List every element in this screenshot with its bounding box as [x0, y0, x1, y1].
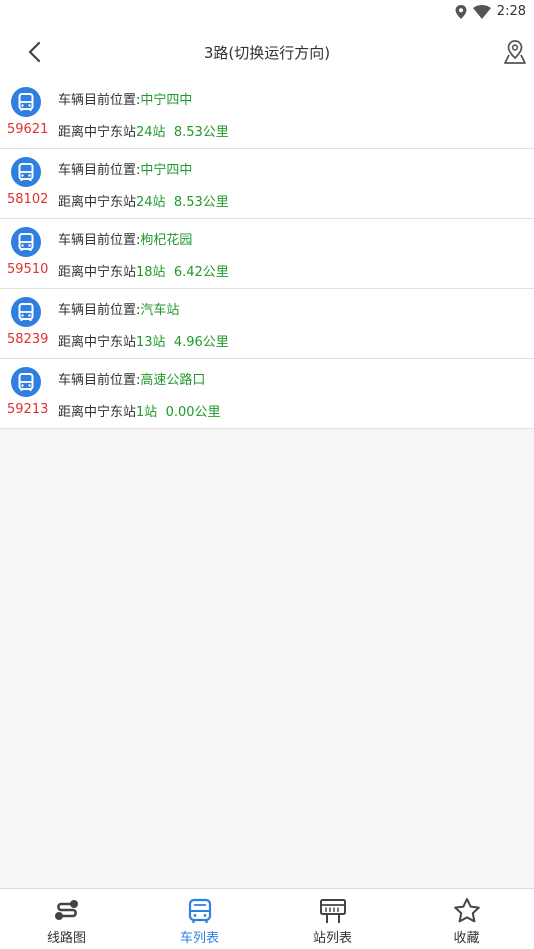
vehicle-distance: 距离中宁东站18站 6.42公里: [58, 261, 229, 280]
nav-favorites[interactable]: 收藏: [399, 889, 534, 949]
bus-number: 59510: [7, 262, 49, 277]
wifi-icon: [473, 5, 491, 19]
position-value: 中宁四中: [140, 163, 193, 178]
star-icon: [453, 898, 480, 923]
nav-label: 站列表: [312, 931, 352, 946]
nav-bus-list[interactable]: 车列表: [133, 889, 266, 949]
position-value: 枸杞花园: [140, 233, 193, 248]
vehicle-position: 车辆目前位置:汽车站: [58, 299, 179, 318]
bus-icon: [11, 297, 41, 327]
vehicle-row[interactable]: 59621 车辆目前位置:中宁四中 距离中宁东站24站 8.53公里: [0, 79, 534, 149]
bus-number: 58102: [7, 192, 49, 207]
distance-value: 8.53公里: [173, 195, 229, 210]
bus-number: 59621: [7, 122, 49, 137]
bus-icon: [11, 87, 41, 117]
position-label: 车辆目前位置:: [58, 93, 141, 108]
vehicle-list: 59621 车辆目前位置:中宁四中 距离中宁东站24站 8.53公里 58102…: [0, 79, 534, 429]
nav-route-map[interactable]: 线路图: [0, 889, 133, 949]
app-bar: 3路(切换运行方向): [0, 24, 534, 79]
bottom-nav: 线路图 车列表 站列表 收藏: [0, 888, 534, 949]
position-label: 车辆目前位置:: [58, 303, 141, 318]
distance-prefix: 距离中宁东站: [58, 195, 137, 210]
nav-label: 收藏: [453, 931, 480, 946]
page-title[interactable]: 3路(切换运行方向): [0, 42, 534, 63]
distance-prefix: 距离中宁东站: [58, 125, 137, 140]
distance-prefix: 距离中宁东站: [58, 405, 137, 420]
bus-number: 58239: [7, 332, 49, 347]
distance-prefix: 距离中宁东站: [58, 335, 137, 350]
status-bar: 2:28: [0, 0, 534, 24]
distance-prefix: 距离中宁东站: [58, 265, 137, 280]
vehicle-distance: 距离中宁东站24站 8.53公里: [58, 191, 229, 210]
bus-icon: [11, 227, 41, 257]
distance-value: 6.42公里: [173, 265, 229, 280]
vehicle-position: 车辆目前位置:中宁四中: [58, 159, 192, 178]
nav-label: 车列表: [179, 931, 219, 946]
bus-icon: [11, 367, 41, 397]
map-location-icon[interactable]: [502, 38, 528, 66]
distance-value: 4.96公里: [173, 335, 229, 350]
station-board-icon: [319, 899, 346, 923]
stops-count: 13站: [136, 335, 166, 350]
position-label: 车辆目前位置:: [58, 233, 141, 248]
stops-count: 1站: [136, 405, 158, 420]
position-value: 汽车站: [140, 303, 180, 318]
bus-icon: [11, 157, 41, 187]
route-icon: [54, 900, 78, 920]
position-label: 车辆目前位置:: [58, 163, 141, 178]
vehicle-position: 车辆目前位置:高速公路口: [58, 369, 205, 388]
vehicle-row[interactable]: 58102 车辆目前位置:中宁四中 距离中宁东站24站 8.53公里: [0, 149, 534, 219]
nav-station-list[interactable]: 站列表: [266, 889, 399, 949]
vehicle-row[interactable]: 58239 车辆目前位置:汽车站 距离中宁东站13站 4.96公里: [0, 289, 534, 359]
status-time: 2:28: [496, 4, 526, 19]
vehicle-distance: 距离中宁东站24站 8.53公里: [58, 121, 229, 140]
nav-label: 线路图: [46, 931, 86, 946]
position-label: 车辆目前位置:: [58, 373, 141, 388]
stops-count: 24站: [136, 195, 166, 210]
distance-value: 8.53公里: [173, 125, 229, 140]
position-value: 中宁四中: [140, 93, 193, 108]
stops-count: 18站: [136, 265, 166, 280]
vehicle-row[interactable]: 59510 车辆目前位置:枸杞花园 距离中宁东站18站 6.42公里: [0, 219, 534, 289]
vehicle-position: 车辆目前位置:中宁四中: [58, 89, 192, 108]
vehicle-row[interactable]: 59213 车辆目前位置:高速公路口 距离中宁东站1站 0.00公里: [0, 359, 534, 429]
location-icon: [455, 5, 467, 19]
bus-number: 59213: [7, 402, 49, 417]
stops-count: 24站: [136, 125, 166, 140]
distance-value: 0.00公里: [165, 405, 221, 420]
bus-icon: [188, 898, 211, 923]
position-value: 高速公路口: [140, 373, 206, 388]
vehicle-distance: 距离中宁东站1站 0.00公里: [58, 401, 221, 420]
vehicle-distance: 距离中宁东站13站 4.96公里: [58, 331, 229, 350]
vehicle-position: 车辆目前位置:枸杞花园: [58, 229, 192, 248]
